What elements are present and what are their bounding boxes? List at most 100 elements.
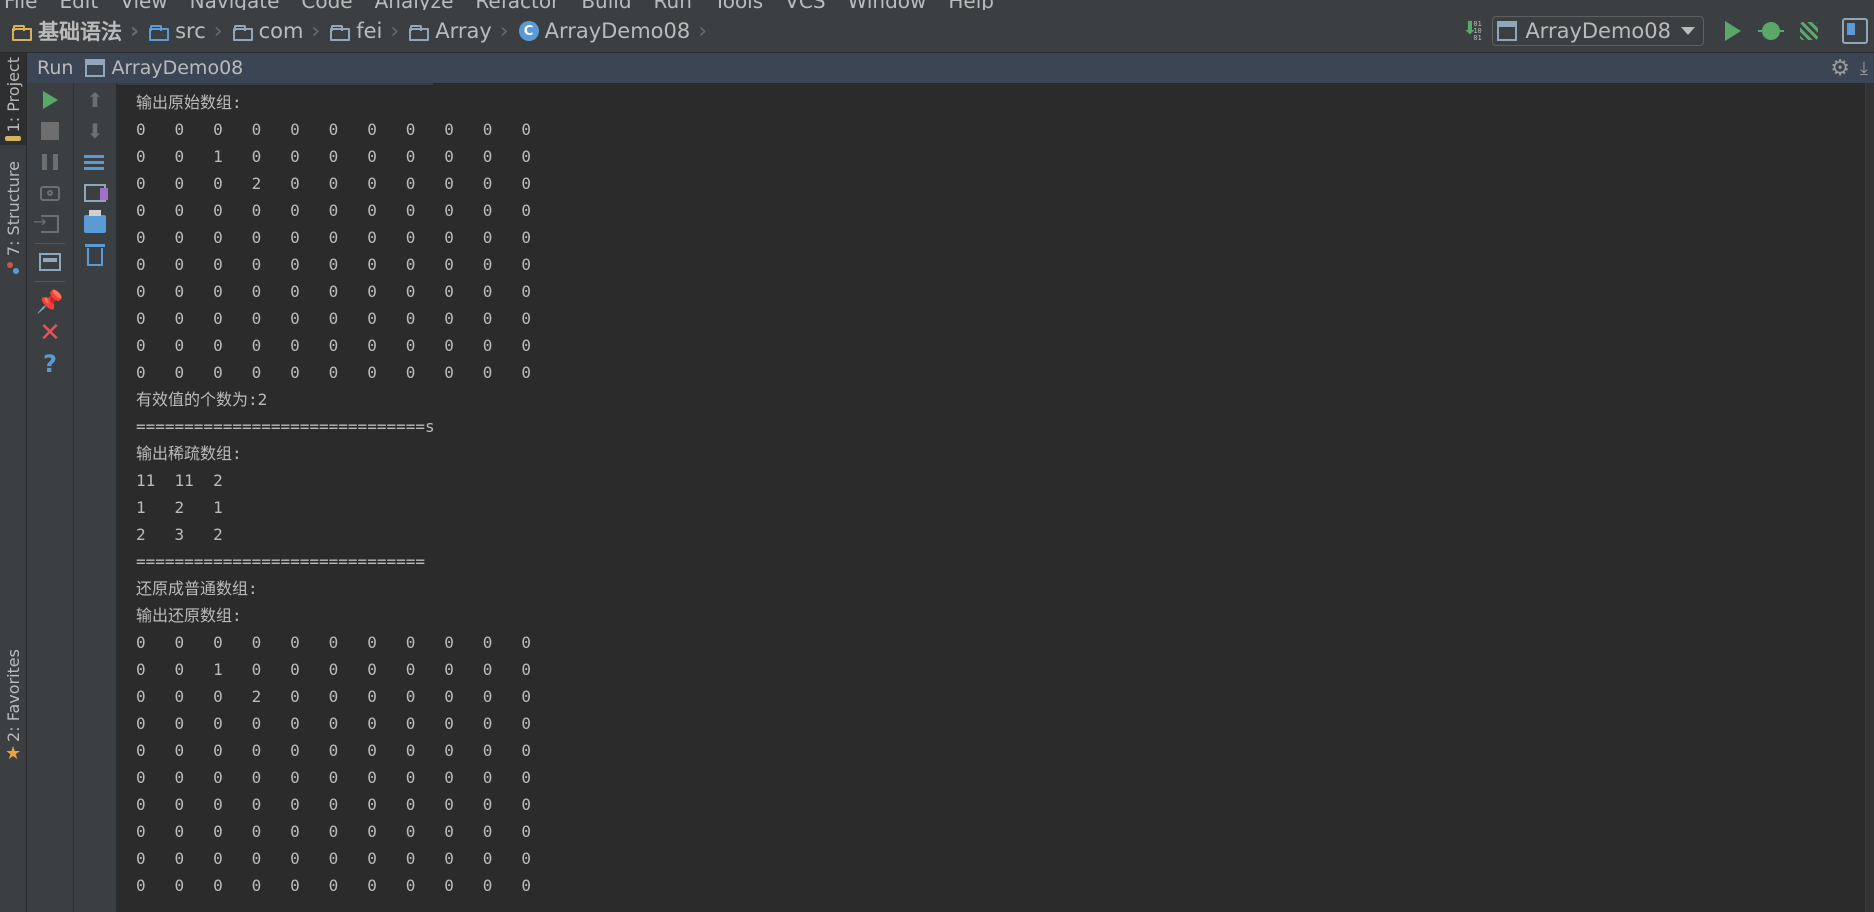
tab-project[interactable]: 1: Project bbox=[0, 53, 26, 145]
dump-threads-button[interactable] bbox=[27, 178, 73, 208]
run-button[interactable] bbox=[1720, 18, 1746, 44]
pin-icon: 📌 bbox=[36, 289, 64, 315]
rerun-button[interactable] bbox=[27, 85, 73, 115]
tab-favorites[interactable]: 2: Favorites ★ bbox=[0, 649, 26, 762]
menu-item-refactor[interactable]: Refactor bbox=[475, 0, 559, 10]
arrow-down-icon: ⬇ bbox=[86, 119, 104, 143]
breadcrumb-array[interactable]: Array › bbox=[409, 19, 518, 44]
menu-item-edit[interactable]: Edit bbox=[59, 0, 98, 10]
chevron-right-icon: › bbox=[698, 18, 708, 44]
breadcrumb-label: 基础语法 bbox=[38, 20, 122, 44]
help-button[interactable]: ? bbox=[27, 349, 73, 379]
down-stack-button[interactable]: ⬇ bbox=[74, 116, 116, 146]
debug-button[interactable] bbox=[1758, 18, 1784, 44]
tab-structure[interactable]: 7: Structure bbox=[0, 161, 26, 273]
menu-item-file[interactable]: File bbox=[4, 0, 37, 10]
console-line: 0 0 0 0 0 0 0 0 0 0 0 bbox=[136, 795, 531, 814]
star-icon: ★ bbox=[5, 742, 22, 764]
console-line: 0 0 0 0 0 0 0 0 0 0 0 bbox=[136, 309, 531, 328]
help-icon: ? bbox=[43, 350, 57, 378]
class-icon: C bbox=[518, 21, 539, 41]
hide-panel-icon[interactable]: ⤓ bbox=[1860, 58, 1868, 79]
project-structure-button[interactable] bbox=[1842, 18, 1868, 44]
console-line: 0 0 0 0 0 0 0 0 0 0 0 bbox=[136, 363, 531, 382]
menu-item-tools[interactable]: Tools bbox=[714, 0, 763, 10]
project-structure-icon bbox=[1842, 18, 1868, 44]
chevron-right-icon: › bbox=[213, 18, 223, 44]
console-line: 0 0 0 0 0 0 0 0 0 0 0 bbox=[136, 822, 531, 841]
up-stack-button[interactable]: ⬆ bbox=[74, 85, 116, 115]
scroll-to-end-button[interactable] bbox=[74, 178, 116, 208]
chevron-right-icon: › bbox=[311, 18, 321, 44]
sort-binary-icon[interactable]: ⬇ 01 10 01 bbox=[1460, 18, 1484, 44]
console-line: 0 0 0 0 0 0 0 0 0 0 0 bbox=[136, 633, 531, 652]
run-config-name[interactable]: ArrayDemo08 bbox=[111, 57, 243, 79]
menu-item-view[interactable]: View bbox=[120, 0, 167, 10]
package-icon bbox=[330, 24, 351, 41]
structure-icon bbox=[5, 260, 21, 273]
menu-item-analyze[interactable]: Analyze bbox=[375, 0, 454, 10]
run-panel-header: Run ArrayDemo08 ⚙ ⤓ bbox=[27, 53, 1874, 83]
toolbar-divider bbox=[35, 243, 65, 244]
breadcrumb-com[interactable]: com › bbox=[232, 18, 331, 44]
left-tool-window-strip: 1: Project 7: Structure 2: Favorites ★ bbox=[0, 53, 27, 912]
breadcrumb-label: Array bbox=[435, 19, 492, 43]
console-line: 0 0 0 0 0 0 0 0 0 0 0 bbox=[136, 876, 531, 895]
menu-item-vcs[interactable]: VCS bbox=[785, 0, 825, 10]
tab-project-label: 1: Project bbox=[3, 57, 23, 133]
soft-wrap-icon bbox=[84, 153, 106, 171]
menu-item-help[interactable]: Help bbox=[948, 0, 994, 10]
layout-icon bbox=[39, 253, 61, 271]
project-icon bbox=[5, 136, 21, 141]
stop-button[interactable] bbox=[27, 116, 73, 146]
right-scrollbar[interactable] bbox=[1865, 83, 1874, 912]
menu-item-code[interactable]: Code bbox=[301, 0, 352, 10]
menu-item-navigate[interactable]: Navigate bbox=[190, 0, 280, 10]
pause-icon bbox=[42, 154, 58, 170]
run-configuration-dropdown[interactable]: ArrayDemo08 bbox=[1492, 16, 1704, 46]
run-panel-title: Run ArrayDemo08 bbox=[37, 53, 243, 83]
chevron-right-icon: › bbox=[390, 18, 400, 44]
chevron-right-icon: › bbox=[130, 18, 140, 44]
console-line: 0 0 0 0 0 0 0 0 0 0 0 bbox=[136, 714, 531, 733]
gear-icon[interactable]: ⚙ bbox=[1830, 56, 1850, 81]
menu-item-window[interactable]: Window bbox=[848, 0, 927, 10]
console-line: 0 0 0 2 0 0 0 0 0 0 0 bbox=[136, 687, 531, 706]
console-line: 0 0 0 0 0 0 0 0 0 0 0 bbox=[136, 741, 531, 760]
print-button[interactable] bbox=[74, 209, 116, 239]
breadcrumb-label: ArrayDemo08 bbox=[544, 19, 691, 43]
breadcrumb-arraydemo08[interactable]: C ArrayDemo08 › bbox=[518, 18, 718, 44]
clear-all-button[interactable] bbox=[74, 240, 116, 270]
coverage-button[interactable] bbox=[1796, 18, 1822, 44]
console-line: 0 0 0 2 0 0 0 0 0 0 0 bbox=[136, 174, 531, 193]
console-line: 0 0 0 0 0 0 0 0 0 0 0 bbox=[136, 228, 531, 247]
soft-wrap-button[interactable] bbox=[74, 147, 116, 177]
arrow-up-icon: ⬆ bbox=[86, 88, 104, 112]
tab-favorites-label: 2: Favorites bbox=[3, 649, 23, 742]
restore-layout-button[interactable] bbox=[27, 247, 73, 277]
console-line: ============================== bbox=[136, 552, 425, 571]
console-line: 0 0 0 0 0 0 0 0 0 0 0 bbox=[136, 768, 531, 787]
console-line: 2 3 2 bbox=[136, 525, 223, 544]
scroll-to-end-icon bbox=[84, 184, 108, 202]
menu-item-build[interactable]: Build bbox=[581, 0, 631, 10]
stop-icon bbox=[41, 122, 59, 140]
pause-button[interactable] bbox=[27, 147, 73, 177]
pin-tab-button[interactable]: 📌 bbox=[27, 287, 73, 317]
close-button[interactable]: ✕ bbox=[27, 318, 73, 348]
bug-icon bbox=[1758, 22, 1784, 40]
console-line: 0 0 0 0 0 0 0 0 0 0 0 bbox=[136, 282, 531, 301]
menu-item-run[interactable]: Run bbox=[654, 0, 692, 10]
exit-button[interactable] bbox=[27, 209, 73, 239]
rerun-icon bbox=[42, 91, 58, 109]
breadcrumb-fei[interactable]: fei › bbox=[330, 19, 409, 44]
close-icon: ✕ bbox=[39, 318, 61, 348]
breadcrumb-src[interactable]: src › bbox=[149, 19, 232, 44]
exit-icon bbox=[33, 212, 59, 233]
run-toolbar-secondary: ⬆ ⬇ bbox=[74, 83, 117, 912]
breadcrumb-project[interactable]: 基础语法 › bbox=[12, 16, 149, 46]
breadcrumb: 基础语法 › src › com › fei › Array › C Array… bbox=[12, 10, 717, 52]
console-output[interactable]: 输出原始数组: 0 0 0 0 0 0 0 0 0 0 0 0 0 1 0 0 0 … bbox=[117, 83, 1874, 912]
console-line: 0 0 0 0 0 0 0 0 0 0 0 bbox=[136, 201, 531, 220]
sort-bits-label: 01 10 01 bbox=[1473, 20, 1482, 42]
